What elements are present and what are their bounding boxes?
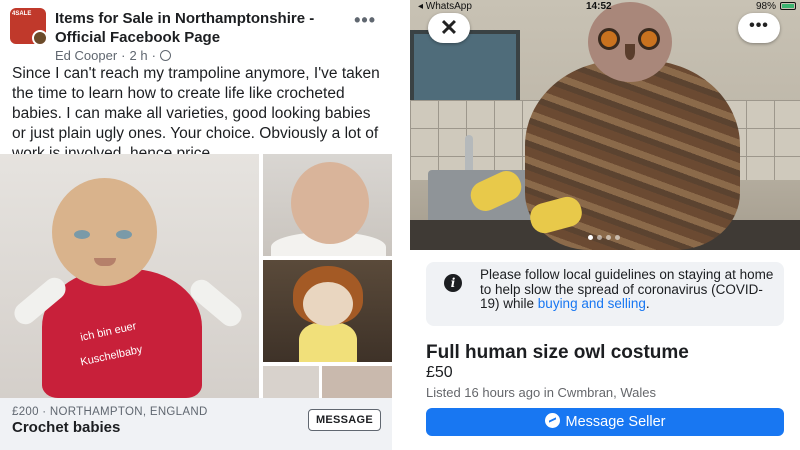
post-header: 4SALE Items for Sale in Northamptonshire… — [10, 6, 390, 63]
item-price: £50 — [426, 364, 453, 381]
listing-bar: £200 · NORTHAMPTON, ENGLAND Crochet babi… — [0, 398, 392, 450]
post-text: Since I can't reach my trampoline anymor… — [12, 65, 380, 162]
meta-separator: · — [151, 48, 156, 63]
baby-dress — [299, 322, 357, 362]
baby-mouth — [94, 258, 116, 266]
group-logo: 4SALE — [12, 11, 32, 17]
owl-eye — [638, 28, 660, 50]
back-to-app[interactable]: ◂ WhatsApp — [418, 1, 472, 12]
item-title: Full human size owl costume — [426, 342, 689, 363]
baby-eye — [74, 230, 90, 239]
photo-thumbnail[interactable] — [322, 366, 392, 398]
owl-beak — [625, 44, 635, 60]
pager-dot[interactable] — [597, 235, 602, 240]
photo-crochet-baby-yellow-dress[interactable] — [263, 260, 392, 362]
more-horizontal-icon[interactable]: ••• — [354, 10, 376, 31]
notice-end: . — [645, 296, 650, 311]
baby-head — [291, 162, 369, 244]
pager-dot[interactable] — [615, 235, 620, 240]
photo-pager — [588, 235, 620, 240]
battery-icon — [780, 2, 796, 10]
info-icon: i — [444, 274, 462, 292]
close-icon[interactable]: ✕ — [428, 13, 470, 43]
more-horizontal-icon[interactable]: ••• — [738, 13, 780, 43]
photo-grid: ich bin euer Kuschelbaby — [0, 154, 392, 398]
post-time[interactable]: 2 h — [130, 48, 148, 63]
owl-eye — [598, 28, 620, 50]
message-button[interactable]: MESSAGE — [308, 409, 381, 431]
photo-crochet-baby-main[interactable]: ich bin euer Kuschelbaby — [0, 154, 259, 398]
baby-face — [303, 282, 353, 326]
post-meta: Ed Cooper · 2 h · — [55, 48, 171, 63]
marketplace-listing: ◂ WhatsApp 14:52 98% ✕ ••• i Please foll… — [410, 0, 800, 450]
baby-head — [52, 178, 157, 286]
messenger-icon — [544, 413, 560, 428]
battery-level: 98% — [755, 1, 776, 12]
photo-crochet-baby-closeup[interactable] — [263, 154, 392, 256]
listing-price-location: £200 · NORTHAMPTON, ENGLAND — [12, 406, 208, 418]
pager-dot[interactable] — [588, 235, 593, 240]
listing-photo[interactable]: ◂ WhatsApp 14:52 98% ✕ ••• — [410, 0, 800, 250]
message-seller-button[interactable]: Message Seller — [426, 408, 784, 436]
buying-selling-link[interactable]: buying and selling — [538, 296, 646, 311]
covid-notice: i Please follow local guidelines on stay… — [426, 262, 784, 326]
notice-text: Please follow local guidelines on stayin… — [480, 267, 780, 312]
message-seller-label: Message Seller — [565, 414, 666, 430]
photo-thumbnail[interactable] — [263, 366, 319, 398]
status-bar: ◂ WhatsApp 14:52 98% — [410, 0, 800, 14]
meta-separator: · — [121, 48, 126, 63]
group-avatar[interactable]: 4SALE — [10, 8, 46, 44]
item-listed-info: Listed 16 hours ago in Cwmbran, Wales — [426, 385, 657, 400]
globe-icon — [159, 50, 171, 61]
author-avatar[interactable] — [32, 30, 46, 44]
pager-dot[interactable] — [606, 235, 611, 240]
author-name[interactable]: Ed Cooper — [55, 48, 117, 63]
facebook-post: 4SALE Items for Sale in Northamptonshire… — [0, 0, 395, 450]
baby-eye — [116, 230, 132, 239]
listing-title[interactable]: Crochet babies — [12, 419, 120, 436]
group-title[interactable]: Items for Sale in Northamptonshire - Off… — [55, 9, 345, 47]
status-time: 14:52 — [586, 1, 612, 12]
